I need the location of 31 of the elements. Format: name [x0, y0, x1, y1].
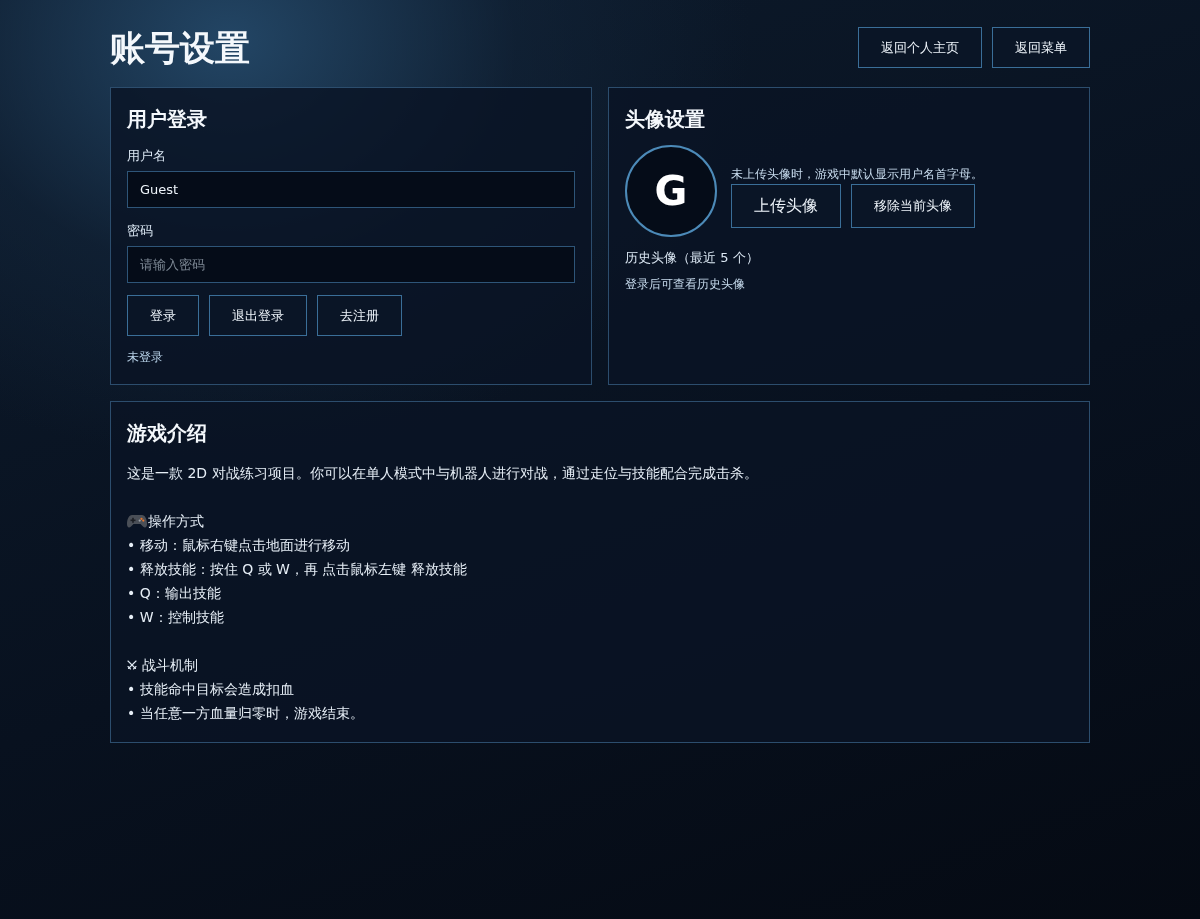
list-item: • 技能命中目标会造成扣血 — [127, 680, 295, 699]
field-label: 用户名 — [127, 147, 167, 165]
section-heading: 战斗机制 — [142, 656, 198, 675]
login-action-button[interactable]: 去注册 — [317, 295, 402, 336]
panel-title: 用户登录 — [127, 106, 208, 133]
intro-paragraph: 这是一款 2D 对战练习项目。你可以在单人模式中与机器人进行对战，通过走位与技能配合完成击杀。 — [127, 464, 759, 483]
nav-button[interactable]: 返回菜单 — [992, 27, 1090, 68]
list-item: • 释放技能：按住 Q 或 W，再 点击鼠标左键 释放技能 — [127, 560, 468, 579]
panel-title: 游戏介绍 — [127, 420, 208, 447]
avatar-circle: G — [625, 145, 717, 237]
field-label: 密码 — [127, 222, 154, 240]
list-item: • Q：输出技能 — [127, 584, 222, 603]
list-item: • 移动：鼠标右键点击地面进行移动 — [127, 536, 351, 555]
upload-button[interactable]: 上传头像 — [731, 184, 841, 228]
section-heading: 操作方式 — [148, 512, 204, 531]
login-action-button[interactable]: 退出登录 — [209, 295, 307, 336]
login-status-text: 未登录 — [127, 349, 164, 366]
gamepad-icon — [127, 513, 147, 529]
crossed-swords-icon — [127, 660, 137, 670]
nav-button[interactable]: 返回个人主页 — [858, 27, 982, 68]
login-action-button[interactable]: 登录 — [127, 295, 199, 336]
avatar-hint-text: 未上传头像时，游戏中默认显示用户名首字母。 — [731, 166, 983, 182]
history-note: 登录后可查看历史头像 — [625, 276, 746, 293]
list-item: • W：控制技能 — [127, 608, 225, 627]
page-title: 账号设置 — [110, 26, 250, 70]
avatar-action-button[interactable]: 移除当前头像 — [851, 184, 975, 228]
input-field[interactable]: 请输入密码 — [127, 246, 575, 283]
history-title: 历史头像（最近 5 个） — [625, 249, 760, 267]
panel-title: 头像设置 — [625, 106, 706, 133]
input-field[interactable]: Guest — [127, 171, 575, 208]
list-item: • 当任意一方血量归零时，游戏结束。 — [127, 704, 365, 723]
